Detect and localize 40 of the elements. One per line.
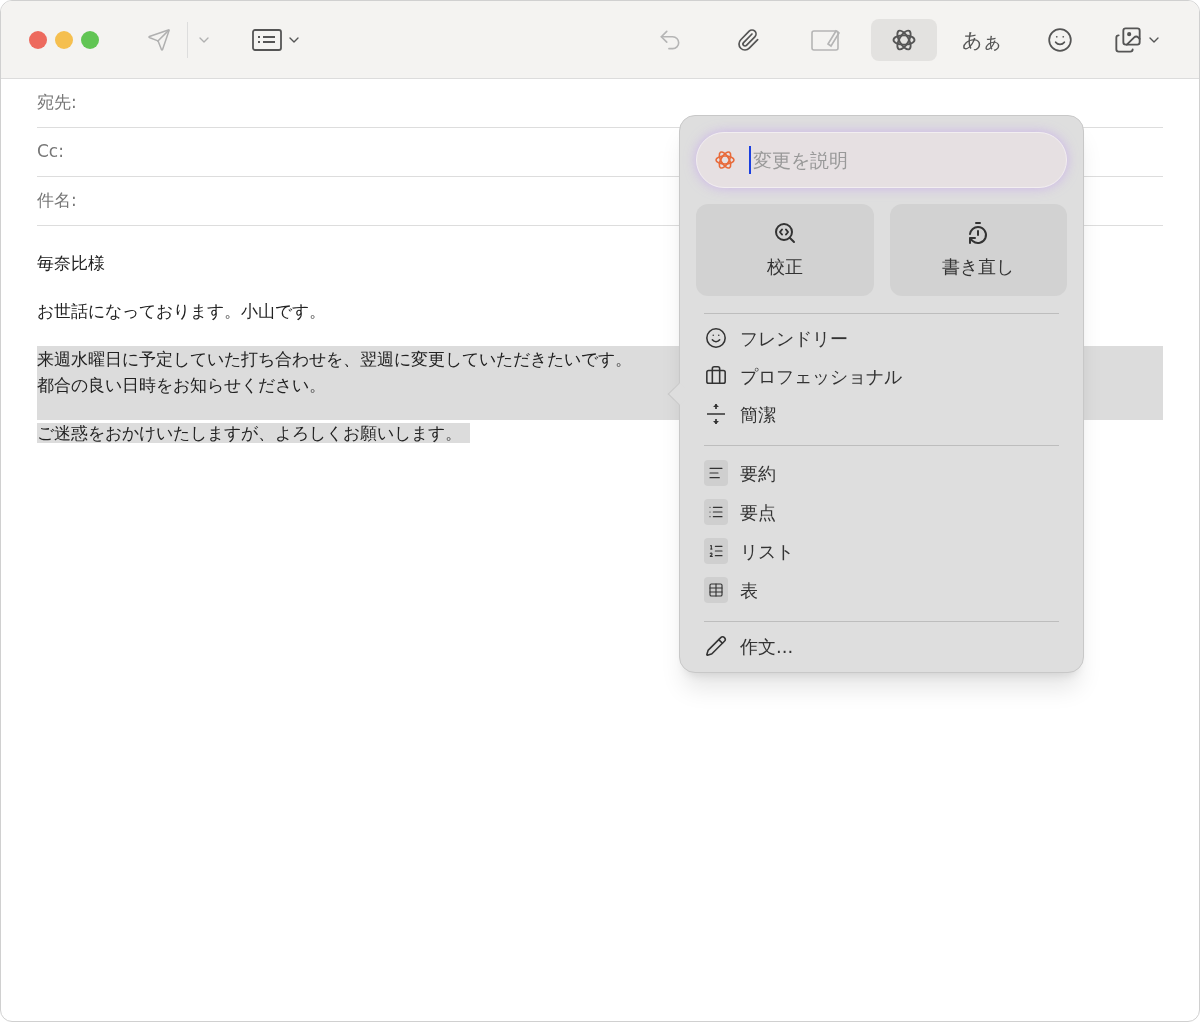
search-icon <box>772 220 797 245</box>
header-list-icon <box>252 28 282 51</box>
menu-item[interactable]: 表 <box>704 576 1059 604</box>
paperclip-icon <box>736 27 760 52</box>
menu-item[interactable]: 作文... <box>704 632 1059 660</box>
writing-tools-button[interactable] <box>871 18 937 61</box>
field-label: Cc: <box>37 140 64 164</box>
pencil-icon <box>705 635 727 657</box>
text-style-button[interactable]: あぁ <box>949 18 1015 61</box>
proofread-button[interactable]: 校正 <box>696 204 874 296</box>
smiley-icon <box>1047 26 1073 53</box>
zoom-button[interactable] <box>81 30 99 49</box>
compress-icon <box>705 403 727 425</box>
prompt-field[interactable]: 変更を説明 <box>696 132 1067 188</box>
prompt-input[interactable]: 変更を説明 <box>749 145 1050 175</box>
field-label: 件名: <box>37 189 77 213</box>
list-icon <box>708 543 724 559</box>
table-icon <box>708 582 724 598</box>
menu-item[interactable]: 要約 <box>704 459 1059 487</box>
close-button[interactable] <box>29 30 47 49</box>
body-text: お世話になっております。小山です。 <box>37 301 326 321</box>
menu-item[interactable]: 簡潔 <box>704 400 1059 428</box>
photos-icon <box>1114 25 1142 54</box>
minimize-button[interactable] <box>55 30 73 49</box>
body-text: 来週水曜日に予定していた打ち合わせを、翌週に変更していただきたいです。 <box>37 349 632 369</box>
list-icon <box>708 504 724 520</box>
markup-icon <box>811 27 841 52</box>
body-text: ご迷惑をおかけいたしますが、よろしくお願いします。 <box>37 423 470 443</box>
rewrite-button[interactable]: 書き直し <box>889 204 1067 296</box>
lines-icon <box>708 465 724 481</box>
menu-item[interactable]: プロフェッショナル <box>704 362 1059 390</box>
briefcase-icon <box>705 365 727 387</box>
send-icon <box>147 27 171 52</box>
body-text: 毎奈比様 <box>37 253 105 273</box>
menu-item[interactable]: フレンドリー <box>704 324 1059 352</box>
smiley-icon <box>705 327 727 349</box>
field-label: 宛先: <box>37 91 77 115</box>
body-text: 都合の良い日時をお知らせください。 <box>37 375 326 395</box>
menu-item[interactable]: 要点 <box>704 498 1059 526</box>
menu-item[interactable]: リスト <box>704 537 1059 565</box>
